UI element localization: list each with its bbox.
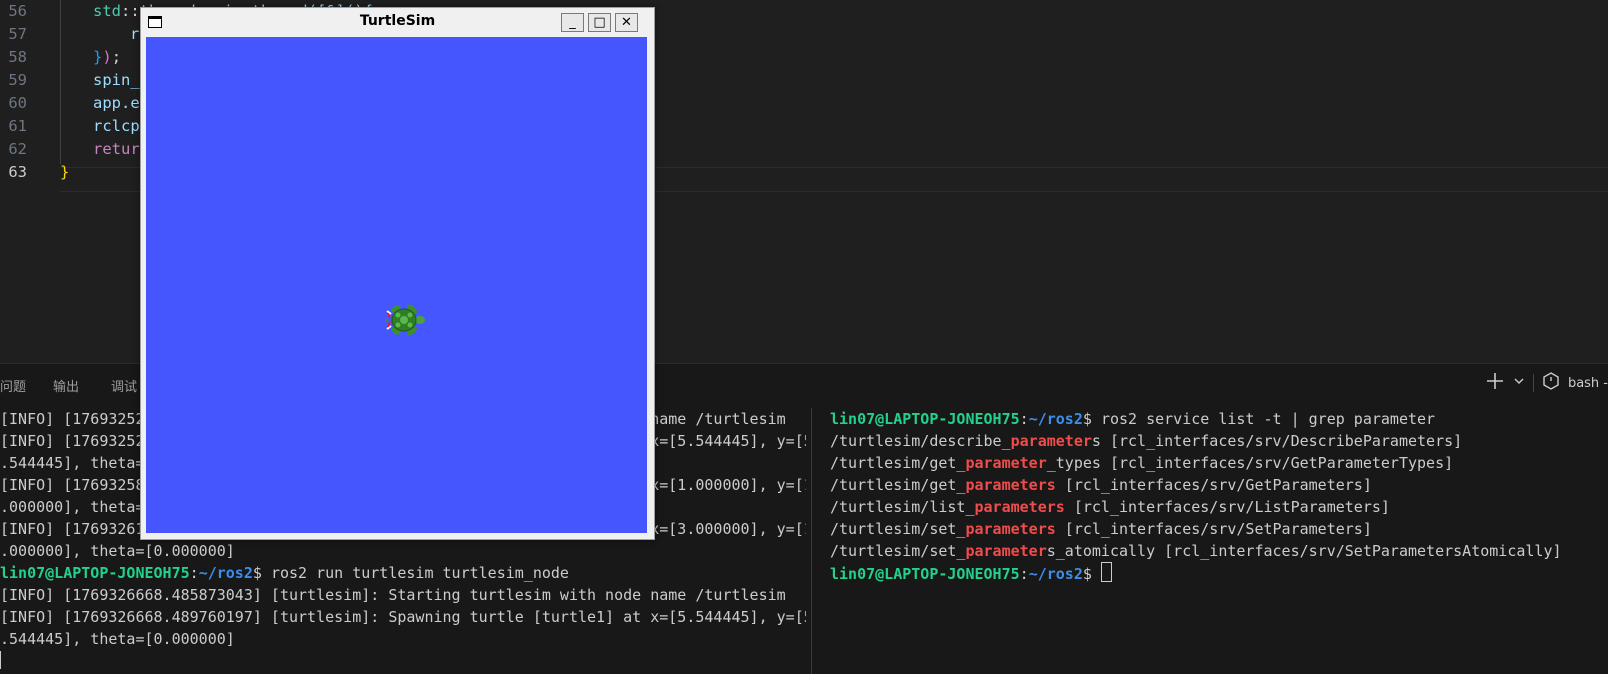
line-number: 56	[8, 2, 27, 20]
service-suffix: [rcl_interfaces/srv/SetParameters]	[1055, 520, 1372, 538]
terminal-cursor-line	[0, 650, 806, 672]
service-line: /turtlesim/list_parameters [rcl_interfac…	[830, 496, 1608, 518]
code-text: });	[93, 46, 121, 69]
code-text: }	[60, 161, 69, 184]
line-number: 59	[8, 71, 27, 89]
prompt-symbol: $	[252, 564, 271, 582]
close-button[interactable]: ✕	[615, 13, 638, 32]
new-terminal-icon[interactable]	[1485, 371, 1505, 395]
prompt-command: ros2 service list -t | grep parameter	[1100, 410, 1436, 428]
service-prefix: /turtlesim/get_	[830, 476, 966, 494]
code-token: ::	[121, 2, 140, 20]
terminal-prompt-line: lin07@LAPTOP-JONEOH75:~/ros2$	[830, 562, 1608, 584]
prompt-symbol: $	[1082, 565, 1101, 583]
prompt-user: lin07@LAPTOP-JONEOH75	[830, 410, 1020, 428]
service-line: /turtlesim/set_parameters_atomically [rc…	[830, 540, 1608, 562]
grep-match: parameter	[1010, 432, 1092, 450]
tab-problems[interactable]: 问题	[0, 376, 26, 395]
prompt-command: ros2 run turtlesim turtlesim_node	[270, 564, 569, 582]
code-token: )	[102, 48, 112, 66]
service-prefix: /turtlesim/get_	[830, 454, 966, 472]
tab-debug-console[interactable]: 调试	[111, 376, 137, 395]
service-suffix: _types [rcl_interfaces/srv/GetParameterT…	[1046, 454, 1454, 472]
service-suffix: [rcl_interfaces/srv/GetParameters]	[1055, 476, 1372, 494]
turtlesim-window[interactable]: TurtleSim _ □ ✕	[140, 7, 655, 540]
prompt-separator: :	[1019, 410, 1029, 428]
code-token: std	[93, 2, 121, 20]
service-line: /turtlesim/set_parameters [rcl_interface…	[830, 518, 1608, 540]
terminal-cursor	[0, 651, 2, 669]
service-prefix: /turtlesim/set_	[830, 520, 966, 538]
terminal-line: .544445], theta=[0.000000]	[0, 630, 235, 648]
terminal-prompt-line: lin07@LAPTOP-JONEOH75:~/ros2$ ros2 servi…	[830, 408, 1608, 430]
line-number: 61	[8, 117, 27, 135]
prompt-path: ~/ros2	[198, 564, 253, 582]
terminal-line: [INFO] [1769326668.485873043] [turtlesim…	[0, 586, 786, 604]
divider	[1532, 374, 1534, 392]
maximize-button[interactable]: □	[588, 13, 611, 32]
window-titlebar[interactable]: TurtleSim _ □ ✕	[141, 8, 654, 36]
service-line: /turtlesim/describe_parameters [rcl_inte…	[830, 430, 1608, 452]
grep-match: parameters	[965, 520, 1056, 538]
prompt-symbol: $	[1082, 410, 1101, 428]
prompt-path: ~/ros2	[1028, 565, 1083, 583]
service-prefix: /turtlesim/list_	[830, 498, 975, 516]
service-suffix: s_atomically [rcl_interfaces/srv/SetPara…	[1046, 542, 1562, 560]
line-number: 62	[8, 140, 27, 158]
service-line: /turtlesim/get_parameter_types [rcl_inte…	[830, 452, 1608, 474]
minimize-button[interactable]: _	[561, 13, 584, 32]
turtle-icon	[385, 304, 425, 336]
grep-match: parameter	[965, 542, 1047, 560]
terminal-split-divider[interactable]	[811, 408, 812, 674]
service-prefix: /turtlesim/describe_	[830, 432, 1011, 450]
prompt-user: lin07@LAPTOP-JONEOH75	[0, 564, 190, 582]
chevron-down-icon[interactable]	[1513, 375, 1525, 391]
terminal-right[interactable]: lin07@LAPTOP-JONEOH75:~/ros2$ ros2 servi…	[826, 408, 1608, 674]
grep-match: parameters	[965, 476, 1056, 494]
service-prefix: /turtlesim/set_	[830, 542, 966, 560]
code-token: }	[93, 48, 103, 66]
service-suffix: [rcl_interfaces/srv/ListParameters]	[1064, 498, 1390, 516]
grep-match: parameters	[974, 498, 1065, 516]
prompt-user: lin07@LAPTOP-JONEOH75	[830, 565, 1020, 583]
terminal-cursor	[1100, 562, 1112, 582]
tab-output[interactable]: 输出	[53, 376, 79, 395]
turtlesim-canvas	[146, 37, 647, 533]
terminal-line: [INFO] [1769326668.489760197] [turtlesim…	[0, 608, 806, 626]
prompt-separator: :	[189, 564, 199, 582]
service-line: /turtlesim/get_parameters [rcl_interface…	[830, 474, 1608, 496]
terminal-line: .000000], theta=[0.000000]	[0, 542, 235, 560]
prompt-path: ~/ros2	[1028, 410, 1083, 428]
panel-actions: bash -	[1485, 368, 1608, 398]
service-suffix: s [rcl_interfaces/srv/DescribeParameters…	[1091, 432, 1463, 450]
line-number: 58	[8, 48, 27, 66]
line-number: 60	[8, 94, 27, 112]
terminal-shell-icon	[1542, 372, 1560, 394]
terminal-prompt-line: lin07@LAPTOP-JONEOH75:~/ros2$ ros2 run t…	[0, 562, 806, 584]
code-token: ;	[111, 48, 122, 66]
code-token: }	[60, 163, 70, 181]
grep-match: parameter	[965, 454, 1047, 472]
prompt-separator: :	[1019, 565, 1029, 583]
line-number: 57	[8, 25, 27, 43]
line-number: 63	[8, 163, 27, 181]
terminal-shell-label[interactable]: bash -	[1568, 376, 1608, 391]
